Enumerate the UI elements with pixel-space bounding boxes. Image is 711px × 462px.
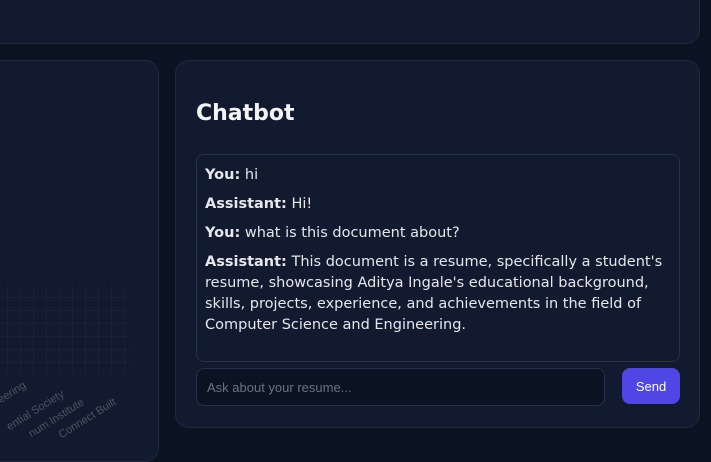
message-text: hi: [240, 167, 259, 183]
message-speaker: You:: [205, 225, 241, 241]
chat-input-row: Send: [196, 368, 680, 406]
message-speaker: Assistant:: [205, 196, 287, 212]
top-panel: [0, 0, 700, 44]
message: Assistant: Hi!: [205, 194, 671, 215]
send-button[interactable]: Send: [622, 368, 680, 404]
rotated-label: neering: [0, 379, 29, 409]
chatbot-panel: Chatbot You: hi Assistant: Hi! You: what…: [175, 60, 700, 428]
message-text: what is this document about?: [240, 225, 460, 241]
left-panel: neering ential Society num Institute Con…: [0, 60, 159, 462]
chat-input[interactable]: [196, 368, 605, 406]
message-text: Hi!: [286, 196, 313, 212]
message: Assistant: This document is a resume, sp…: [205, 252, 671, 336]
message: You: hi: [205, 165, 671, 186]
message-speaker: Assistant:: [205, 254, 287, 270]
message-speaker: You:: [205, 167, 241, 183]
message-list[interactable]: You: hi Assistant: Hi! You: what is this…: [196, 154, 680, 362]
message: You: what is this document about?: [205, 223, 671, 244]
chatbot-title: Chatbot: [196, 101, 295, 126]
rotated-labels: neering ential Society num Institute Con…: [0, 61, 158, 461]
